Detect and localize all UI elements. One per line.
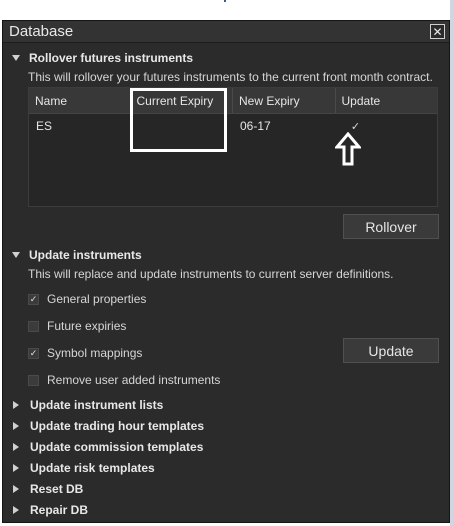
section-title: Reset DB bbox=[30, 482, 84, 496]
checkbox-future-expiries[interactable] bbox=[28, 320, 39, 332]
annotation-highlight-box bbox=[130, 88, 227, 152]
section-reset-db[interactable]: Reset DB bbox=[11, 481, 83, 497]
section-title: Update trading hour templates bbox=[30, 419, 205, 433]
collapsed-triangle-icon bbox=[13, 464, 19, 472]
checkbox-symbol-mappings[interactable]: ✓ bbox=[28, 347, 39, 359]
section-update-commission-templates[interactable]: Update commission templates bbox=[11, 439, 203, 455]
section-rollover-title: Rollover futures instruments bbox=[29, 51, 194, 65]
rollover-description: This will rollover your futures instrume… bbox=[28, 70, 433, 84]
rollover-grid: Name Current Expiry New Expiry Update ES… bbox=[28, 87, 438, 207]
cell-new-expiry: 06-17 bbox=[240, 119, 271, 133]
option-label: Remove user added instruments bbox=[47, 373, 221, 387]
column-header-name[interactable]: Name bbox=[29, 88, 131, 113]
section-update-instrument-lists[interactable]: Update instrument lists bbox=[11, 397, 163, 413]
option-remove-user-instruments[interactable]: Remove user added instruments bbox=[28, 373, 220, 387]
collapsed-triangle-icon bbox=[13, 422, 19, 430]
rollover-button[interactable]: Rollover bbox=[343, 214, 439, 239]
title-bar[interactable]: Database bbox=[3, 21, 449, 43]
section-repair-db[interactable]: Repair DB bbox=[11, 502, 88, 518]
expanded-triangle-icon bbox=[12, 55, 20, 61]
collapsed-triangle-icon bbox=[13, 443, 19, 451]
section-rollover-header[interactable]: Rollover futures instruments bbox=[11, 50, 193, 66]
option-future-expiries[interactable]: Future expiries bbox=[28, 319, 126, 333]
section-title: Update commission templates bbox=[30, 440, 204, 454]
collapsed-triangle-icon bbox=[13, 506, 19, 514]
cell-name: ES bbox=[36, 119, 53, 133]
checkbox-remove-user-instruments[interactable] bbox=[28, 374, 39, 386]
annotation-up-arrow-icon bbox=[335, 132, 361, 166]
column-header-update[interactable]: Update bbox=[336, 88, 438, 113]
checkbox-general-properties[interactable]: ✓ bbox=[28, 293, 39, 305]
section-update-instruments-header[interactable]: Update instruments bbox=[11, 247, 142, 263]
collapsed-triangle-icon bbox=[13, 485, 19, 493]
option-label: Future expiries bbox=[47, 319, 127, 333]
section-update-instruments-title: Update instruments bbox=[29, 248, 142, 262]
expanded-triangle-icon bbox=[12, 252, 20, 258]
section-update-trading-hour-templates[interactable]: Update trading hour templates bbox=[11, 418, 204, 434]
section-title: Update risk templates bbox=[30, 461, 155, 475]
option-label: Symbol mappings bbox=[47, 346, 143, 360]
update-button[interactable]: Update bbox=[343, 338, 439, 363]
option-symbol-mappings[interactable]: ✓ Symbol mappings bbox=[28, 346, 142, 360]
background-dot bbox=[224, 0, 226, 2]
update-instruments-description: This will replace and update instruments… bbox=[28, 267, 394, 281]
dialog-title: Database bbox=[9, 23, 74, 40]
section-title: Repair DB bbox=[30, 503, 89, 517]
option-label: General properties bbox=[47, 292, 147, 306]
grid-header: Name Current Expiry New Expiry Update bbox=[29, 88, 437, 114]
collapsed-triangle-icon bbox=[13, 401, 19, 409]
close-icon: ✕ bbox=[432, 24, 443, 39]
update-checkbox[interactable]: ✓ bbox=[351, 121, 361, 133]
column-header-new-expiry[interactable]: New Expiry bbox=[233, 88, 336, 113]
section-title: Update instrument lists bbox=[30, 398, 164, 412]
close-button[interactable]: ✕ bbox=[430, 24, 445, 39]
section-update-risk-templates[interactable]: Update risk templates bbox=[11, 460, 155, 476]
table-row[interactable]: ES 06-17 ✓ bbox=[29, 114, 437, 138]
option-general-properties[interactable]: ✓ General properties bbox=[28, 292, 146, 306]
